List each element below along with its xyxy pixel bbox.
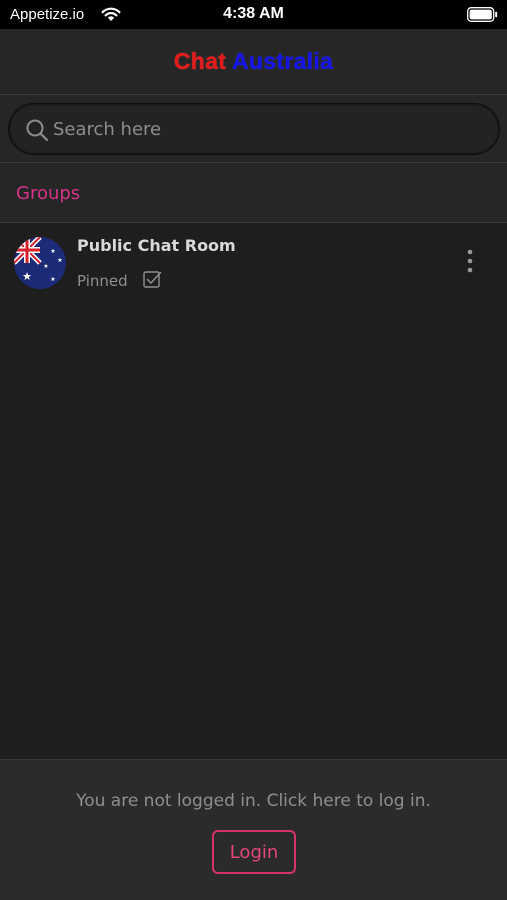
search-input[interactable]: [53, 114, 473, 144]
app-title-part2: Australia: [232, 48, 334, 74]
group-name: Public Chat Room: [77, 236, 236, 255]
battery-icon: [467, 7, 498, 22]
svg-text:★: ★: [22, 270, 32, 283]
svg-text:★: ★: [43, 263, 48, 270]
login-button[interactable]: Login: [212, 830, 296, 874]
search-bar: [0, 95, 507, 163]
app-title-part1: Chat: [173, 48, 227, 74]
pinned-check-icon: [143, 271, 162, 288]
pinned-label: Pinned: [77, 272, 128, 290]
search-icon: [26, 119, 49, 142]
groups-heading: Groups: [16, 183, 81, 204]
app-header: Chat Australia: [0, 29, 507, 95]
status-time: 4:38 AM: [223, 5, 284, 22]
groups-section: Groups: [0, 163, 507, 223]
group-list: ★ ★ ★ ★ ★ Public Chat Room Pinned: [0, 223, 507, 759]
svg-text:★: ★: [50, 248, 55, 255]
app-title: Chat Australia: [0, 48, 507, 75]
login-footer: You are not logged in. Click here to log…: [0, 759, 507, 900]
australian-flag-icon: ★ ★ ★ ★ ★: [14, 237, 66, 289]
more-options-icon[interactable]: [460, 248, 480, 274]
status-bar: Appetize.io 4:38 AM: [0, 0, 507, 29]
group-item-public-chat-room[interactable]: ★ ★ ★ ★ ★ Public Chat Room Pinned: [0, 223, 507, 303]
login-message[interactable]: You are not logged in. Click here to log…: [0, 791, 507, 811]
svg-text:★: ★: [57, 257, 62, 264]
svg-text:★: ★: [50, 276, 55, 283]
search-box[interactable]: [8, 103, 500, 155]
